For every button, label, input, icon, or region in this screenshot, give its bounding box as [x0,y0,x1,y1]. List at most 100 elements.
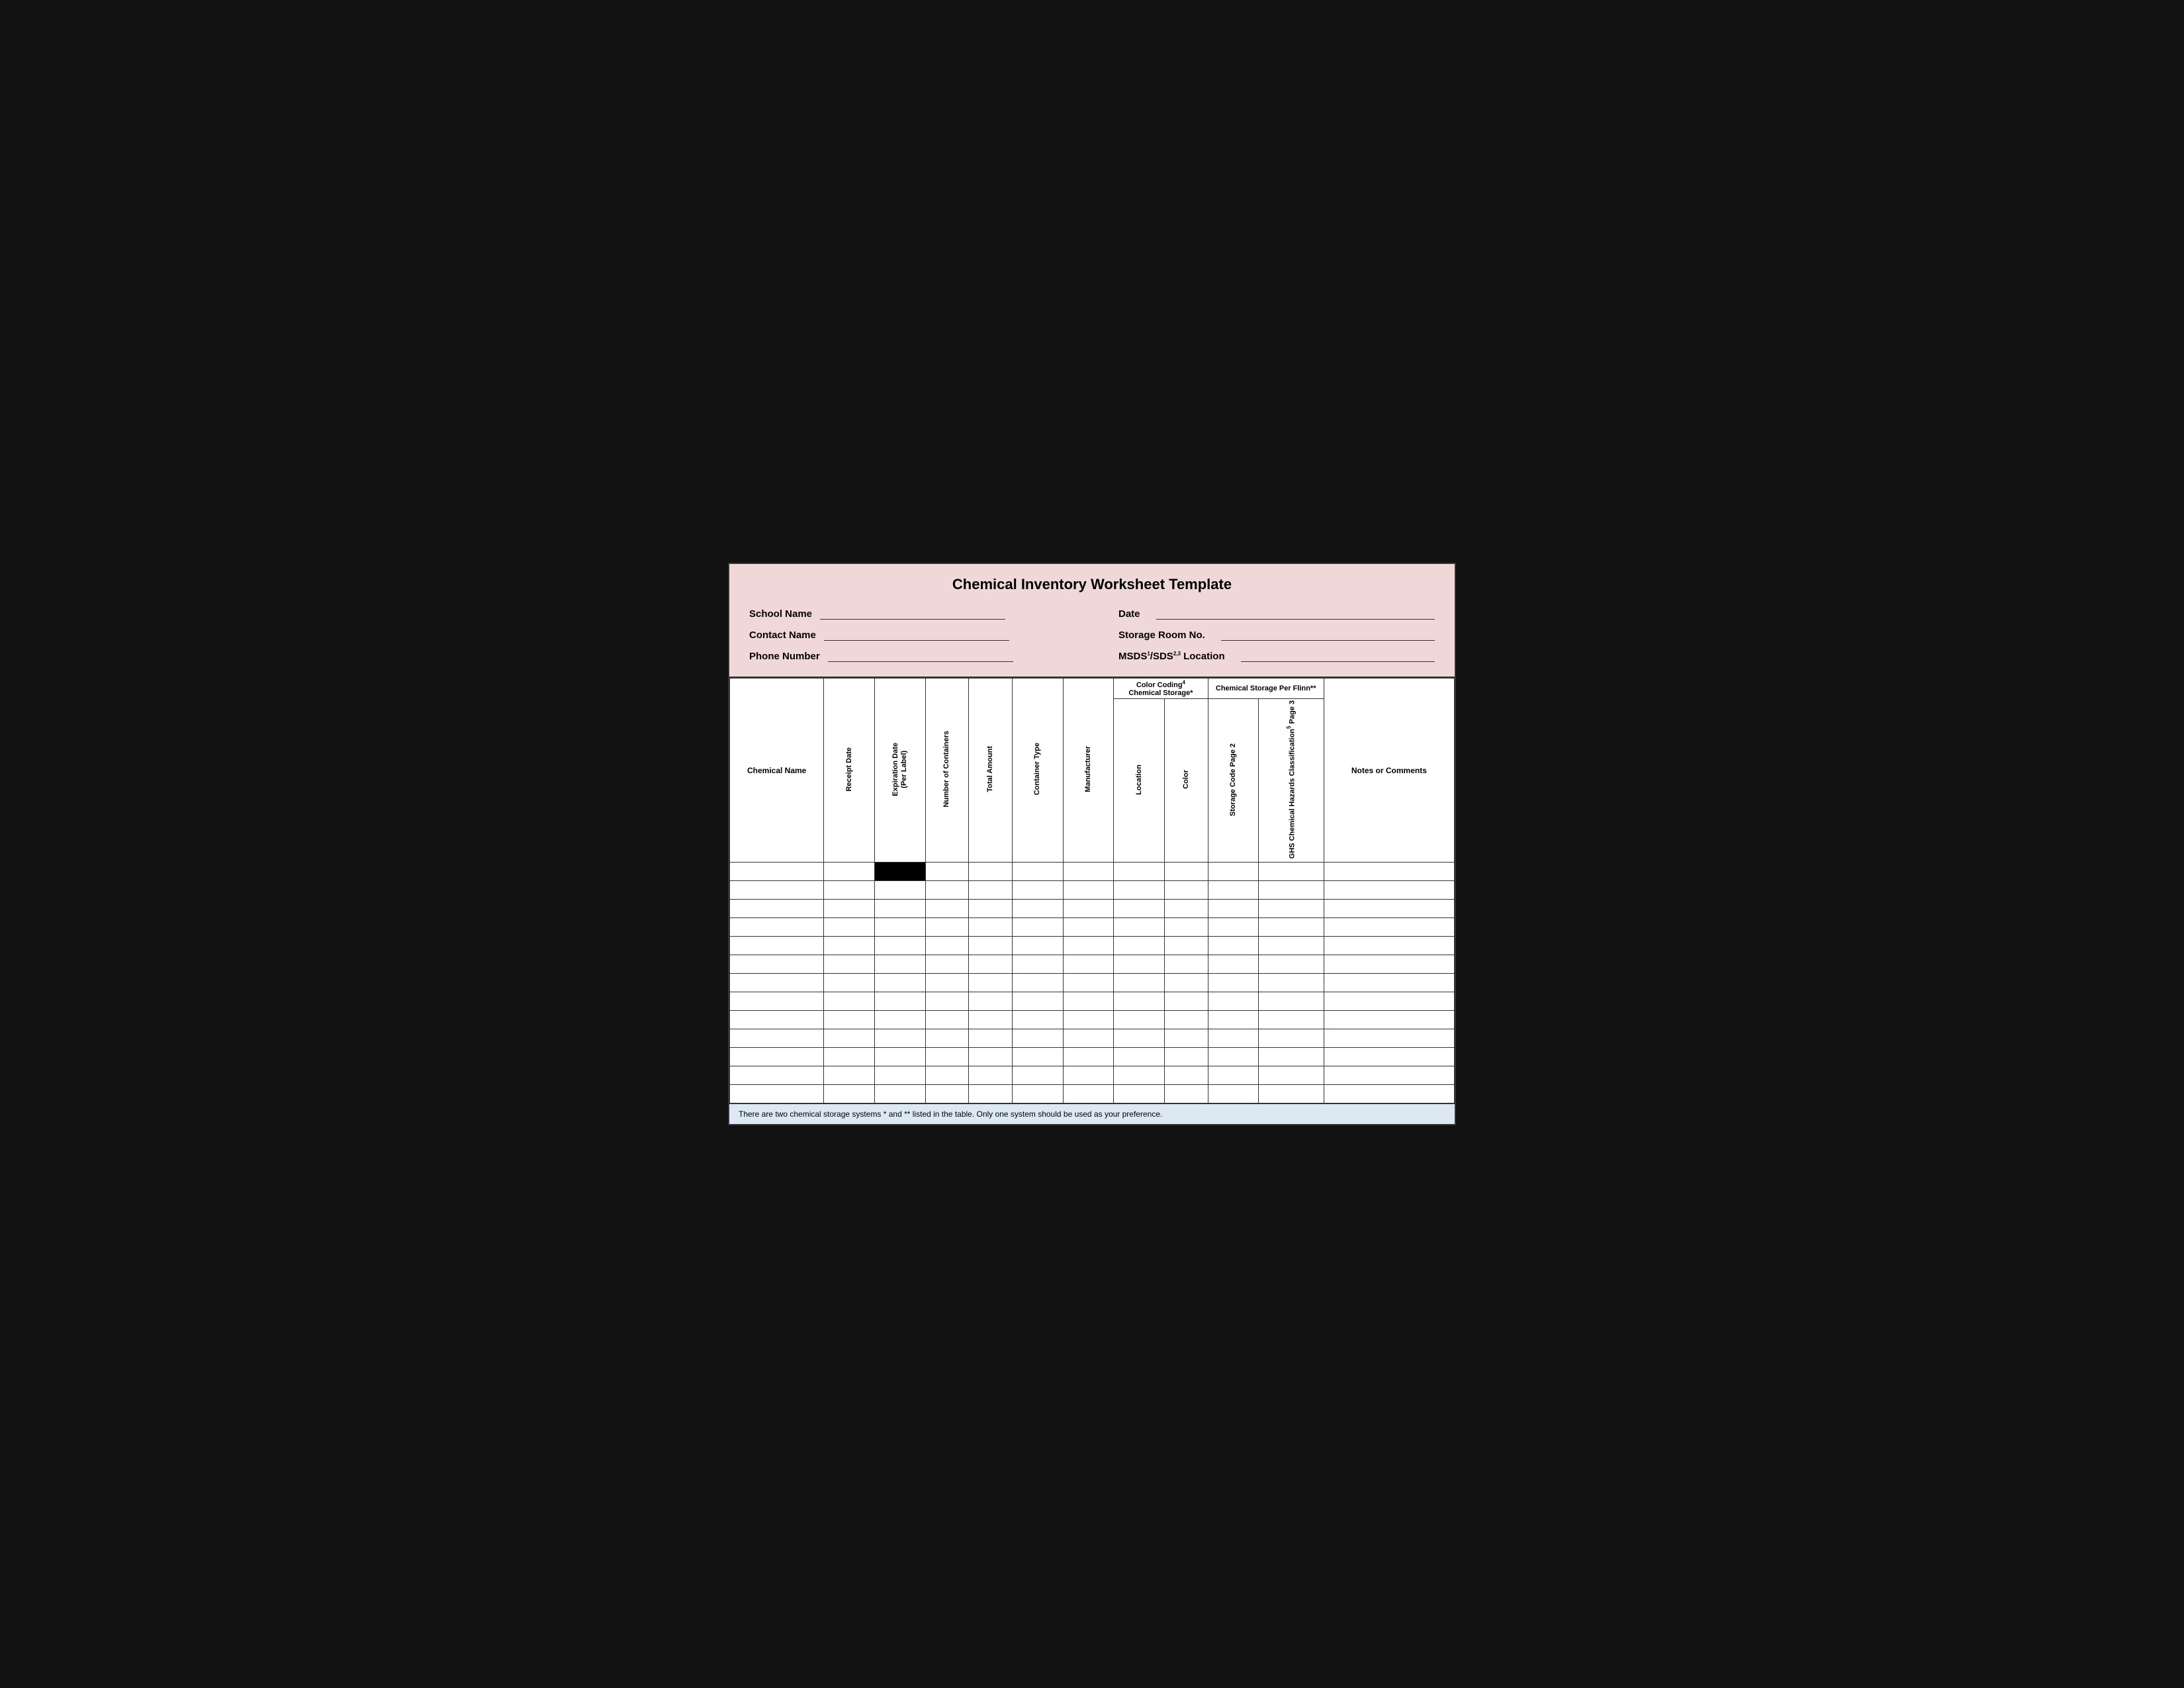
cell-location[interactable] [1114,974,1165,992]
cell-total-amount[interactable] [969,937,1013,955]
cell-num-containers[interactable] [925,881,969,900]
cell-manufacturer[interactable] [1063,1011,1114,1029]
cell-receipt-date[interactable] [824,974,875,992]
cell-color[interactable] [1164,1029,1208,1048]
cell-location[interactable] [1114,863,1165,881]
cell-num-containers[interactable] [925,1029,969,1048]
cell-expiration-date[interactable] [874,1011,925,1029]
cell-num-containers[interactable] [925,918,969,937]
cell-expiration-date[interactable] [874,1048,925,1066]
cell-num-containers[interactable] [925,974,969,992]
storage-room-input[interactable] [1221,629,1435,641]
cell-total-amount[interactable] [969,1011,1013,1029]
cell-color[interactable] [1164,955,1208,974]
cell-manufacturer[interactable] [1063,900,1114,918]
cell-location[interactable] [1114,955,1165,974]
cell-manufacturer[interactable] [1063,974,1114,992]
cell-notes[interactable] [1324,1011,1454,1029]
cell-manufacturer[interactable] [1063,863,1114,881]
cell-notes[interactable] [1324,1066,1454,1085]
cell-manufacturer[interactable] [1063,937,1114,955]
cell-num-containers[interactable] [925,1048,969,1066]
cell-storage-code[interactable] [1208,937,1259,955]
cell-notes[interactable] [1324,974,1454,992]
cell-location[interactable] [1114,1029,1165,1048]
cell-receipt-date[interactable] [824,1066,875,1085]
cell-chemical-name[interactable] [730,955,824,974]
cell-container-type[interactable] [1013,955,1064,974]
cell-manufacturer[interactable] [1063,881,1114,900]
cell-color[interactable] [1164,1011,1208,1029]
cell-chemical-name[interactable] [730,1085,824,1103]
cell-receipt-date[interactable] [824,937,875,955]
cell-chemical-name[interactable] [730,1066,824,1085]
cell-chemical-name[interactable] [730,881,824,900]
cell-manufacturer[interactable] [1063,992,1114,1011]
cell-total-amount[interactable] [969,1066,1013,1085]
cell-expiration-date[interactable] [874,1029,925,1048]
cell-receipt-date[interactable] [824,1029,875,1048]
cell-total-amount[interactable] [969,881,1013,900]
cell-color[interactable] [1164,1085,1208,1103]
cell-color[interactable] [1164,937,1208,955]
cell-ghs[interactable] [1259,1029,1324,1048]
cell-chemical-name[interactable] [730,1011,824,1029]
cell-notes[interactable] [1324,955,1454,974]
cell-storage-code[interactable] [1208,992,1259,1011]
cell-chemical-name[interactable] [730,918,824,937]
cell-chemical-name[interactable] [730,900,824,918]
cell-color[interactable] [1164,918,1208,937]
cell-manufacturer[interactable] [1063,1066,1114,1085]
cell-notes[interactable] [1324,881,1454,900]
cell-receipt-date[interactable] [824,992,875,1011]
msds-location-input[interactable] [1241,650,1435,662]
cell-location[interactable] [1114,1011,1165,1029]
cell-num-containers[interactable] [925,1066,969,1085]
cell-ghs[interactable] [1259,900,1324,918]
cell-chemical-name[interactable] [730,974,824,992]
cell-color[interactable] [1164,992,1208,1011]
cell-receipt-date[interactable] [824,1085,875,1103]
cell-receipt-date[interactable] [824,900,875,918]
cell-storage-code[interactable] [1208,974,1259,992]
cell-location[interactable] [1114,1066,1165,1085]
cell-notes[interactable] [1324,1085,1454,1103]
cell-num-containers[interactable] [925,863,969,881]
cell-receipt-date[interactable] [824,863,875,881]
cell-ghs[interactable] [1259,955,1324,974]
cell-location[interactable] [1114,992,1165,1011]
cell-location[interactable] [1114,900,1165,918]
cell-expiration-date[interactable] [874,1066,925,1085]
cell-expiration-date[interactable] [874,992,925,1011]
cell-chemical-name[interactable] [730,937,824,955]
cell-storage-code[interactable] [1208,955,1259,974]
cell-num-containers[interactable] [925,900,969,918]
cell-color[interactable] [1164,863,1208,881]
cell-color[interactable] [1164,1048,1208,1066]
cell-location[interactable] [1114,918,1165,937]
cell-expiration-date[interactable] [874,1085,925,1103]
cell-receipt-date[interactable] [824,955,875,974]
cell-ghs[interactable] [1259,1011,1324,1029]
cell-manufacturer[interactable] [1063,1085,1114,1103]
cell-ghs[interactable] [1259,918,1324,937]
cell-container-type[interactable] [1013,881,1064,900]
cell-ghs[interactable] [1259,974,1324,992]
cell-ghs[interactable] [1259,992,1324,1011]
cell-container-type[interactable] [1013,1029,1064,1048]
cell-storage-code[interactable] [1208,1029,1259,1048]
cell-color[interactable] [1164,1066,1208,1085]
cell-expiration-date[interactable] [874,918,925,937]
cell-ghs[interactable] [1259,1085,1324,1103]
cell-color[interactable] [1164,974,1208,992]
cell-ghs[interactable] [1259,1048,1324,1066]
cell-ghs[interactable] [1259,937,1324,955]
cell-ghs[interactable] [1259,1066,1324,1085]
cell-color[interactable] [1164,881,1208,900]
cell-notes[interactable] [1324,900,1454,918]
cell-receipt-date[interactable] [824,1011,875,1029]
cell-total-amount[interactable] [969,955,1013,974]
cell-container-type[interactable] [1013,1066,1064,1085]
cell-total-amount[interactable] [969,992,1013,1011]
cell-manufacturer[interactable] [1063,955,1114,974]
